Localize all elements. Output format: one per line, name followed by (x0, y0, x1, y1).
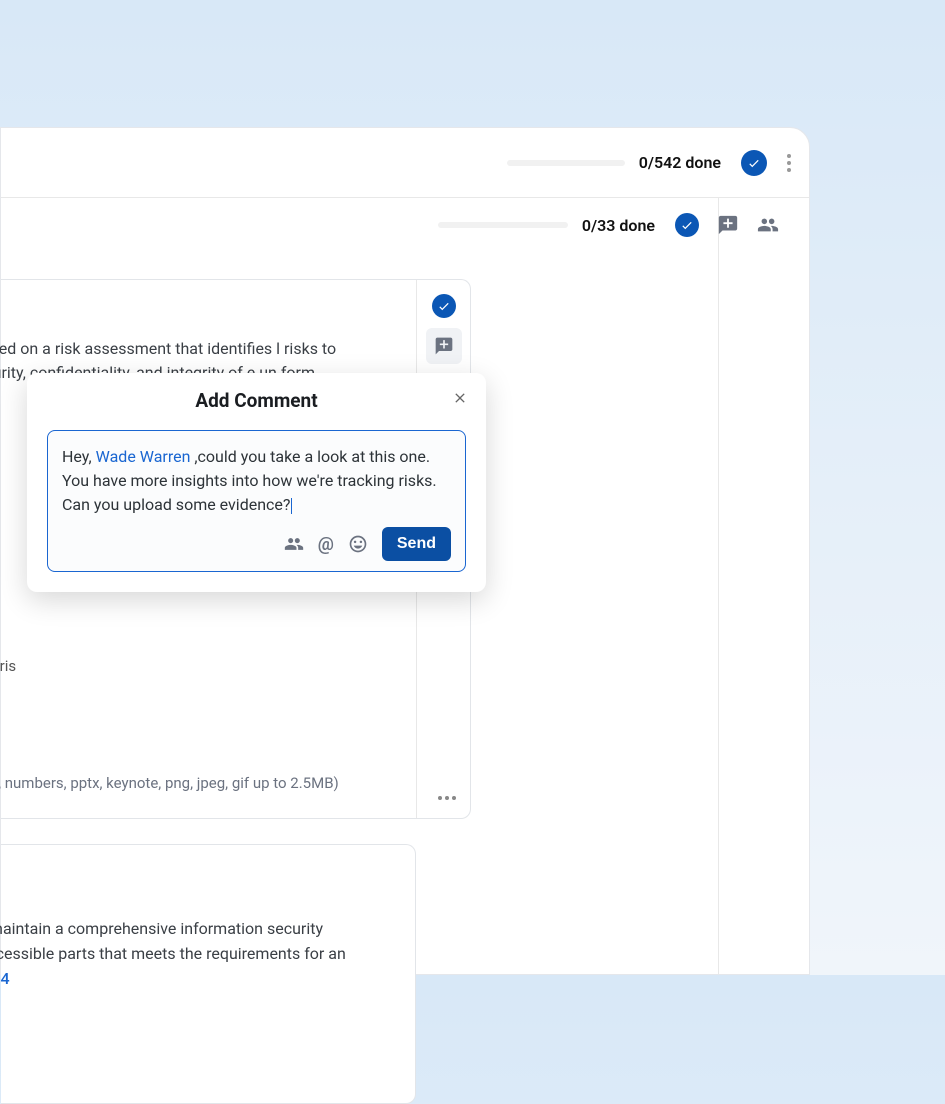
overall-progress-bar (507, 160, 625, 166)
comment-text-input[interactable]: Hey, Wade Warren ,could you take a look … (62, 445, 451, 517)
risk-fragment-text: t ris (0, 655, 16, 678)
card-done-check-icon[interactable] (432, 294, 456, 318)
comment-text-before: Hey, (62, 447, 96, 466)
question-card-2: ou maintain a comprehensive information … (1, 844, 416, 1104)
emoji-icon[interactable] (348, 534, 368, 554)
card2-link[interactable]: rt 314 (0, 969, 10, 988)
text-cursor (291, 498, 292, 514)
mention-chip[interactable]: Wade Warren (96, 447, 191, 466)
add-comment-popover: Add Comment Hey, Wade Warren ,could you … (27, 373, 486, 592)
card2-line1: ou maintain a comprehensive information … (0, 919, 323, 938)
top-bar: 0/542 done (1, 128, 809, 198)
card-more-menu-icon[interactable] (438, 796, 456, 800)
card-add-comment-button[interactable] (426, 328, 462, 364)
section-bar: 0/33 done (1, 198, 809, 252)
overall-done-check-icon[interactable] (741, 150, 767, 176)
section-done-check-icon[interactable] (675, 213, 699, 237)
close-icon[interactable] (452, 389, 468, 411)
at-mention-icon[interactable]: @ (318, 534, 334, 555)
more-menu-icon[interactable] (787, 154, 791, 172)
file-upload-hint: ges, xlsx, numbers, pptx, keynote, png, … (0, 774, 339, 792)
assignees-icon[interactable] (757, 214, 779, 236)
comment-actions: @ Send (62, 527, 451, 561)
send-button[interactable]: Send (382, 527, 451, 561)
section-progress-text: 0/33 done (582, 216, 655, 235)
overall-progress-text: 0/542 done (639, 153, 721, 172)
card2-text: ou maintain a comprehensive information … (0, 917, 377, 991)
vertical-divider (718, 198, 719, 974)
mention-people-icon[interactable] (284, 534, 304, 554)
add-comment-icon[interactable] (717, 214, 739, 236)
section-progress-bar (438, 222, 568, 228)
card2-line2: y accessible parts that meets the requir… (0, 944, 346, 963)
comment-input-box[interactable]: Hey, Wade Warren ,could you take a look … (47, 430, 466, 572)
popover-title: Add Comment (47, 389, 466, 412)
